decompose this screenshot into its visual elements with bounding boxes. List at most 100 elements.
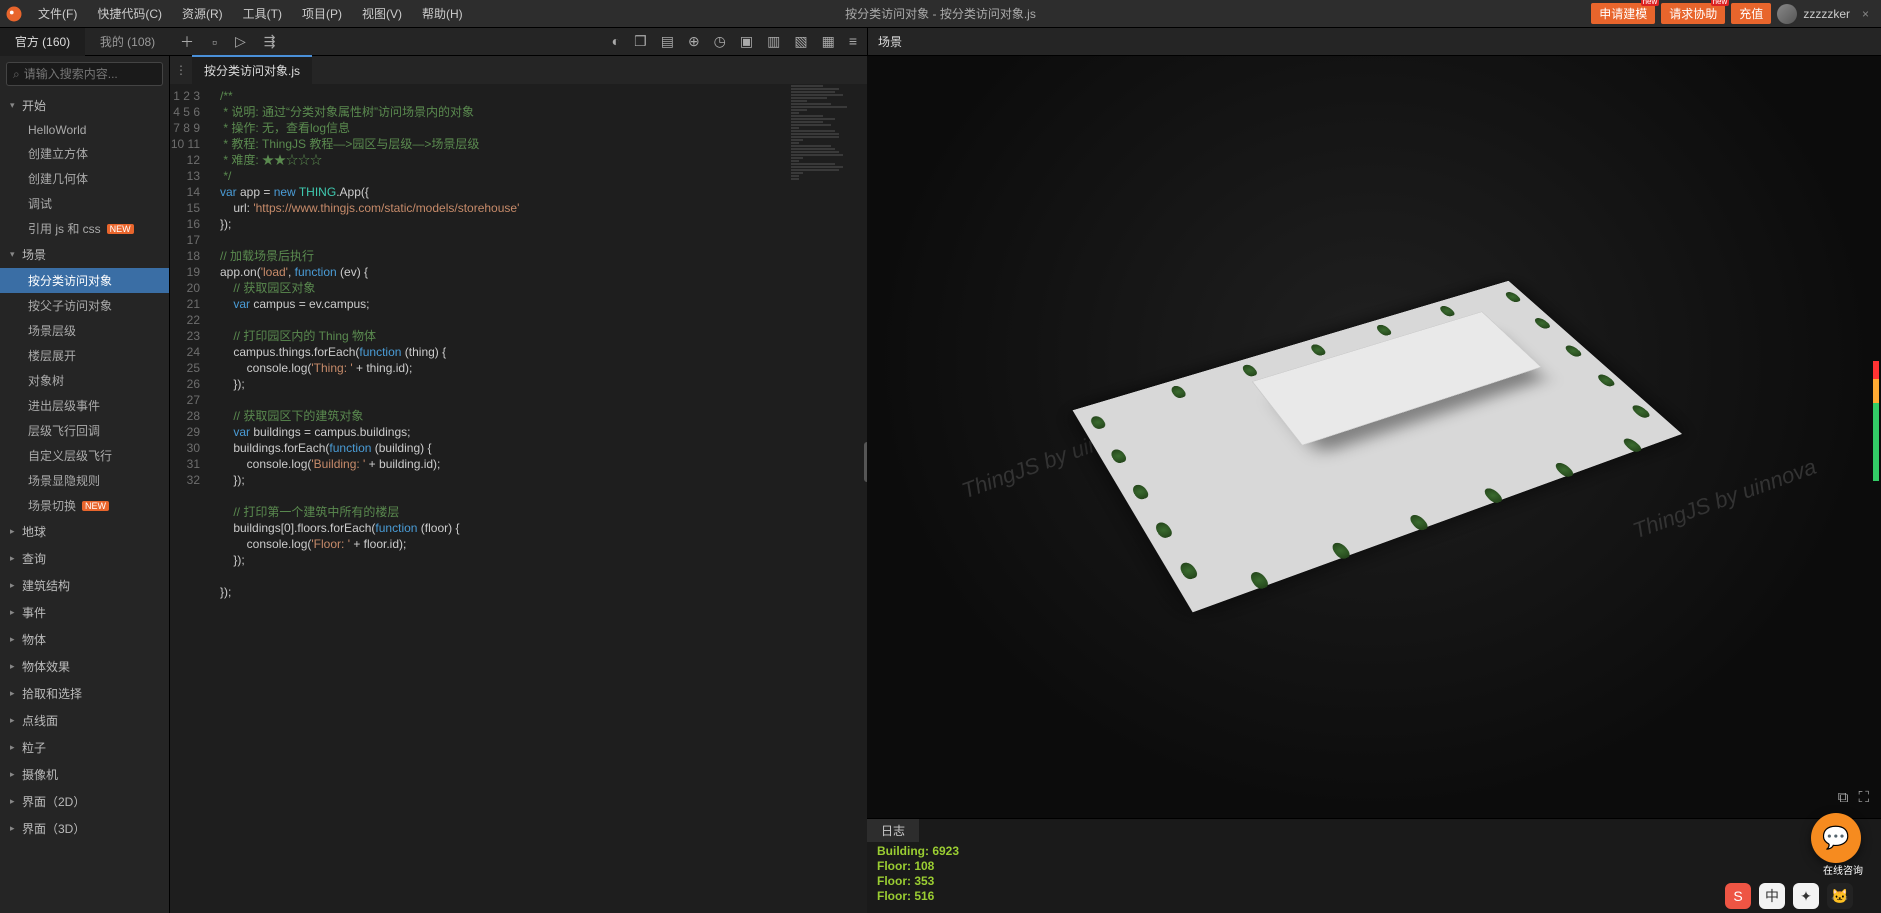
app-logo	[0, 0, 28, 28]
example-tree: ▾开始HelloWorld创建立方体创建几何体调试引用 js 和 cssNEW▾…	[0, 92, 169, 913]
tree-group[interactable]: ▸事件	[0, 599, 169, 626]
line-gutter: 1 2 3 4 5 6 7 8 9 10 11 12 13 14 15 16 1…	[170, 84, 212, 913]
menu-item[interactable]: 项目(P)	[292, 0, 352, 28]
scene-viewport[interactable]: ThingJS by uinnova ThingJS by uinnova ⧉ …	[867, 56, 1881, 818]
tree-item[interactable]: 按分类访问对象	[0, 268, 169, 293]
tab-mine[interactable]: 我的 (108)	[85, 28, 170, 56]
search-input[interactable]	[24, 67, 156, 81]
tree-item[interactable]: 场景层级	[0, 318, 169, 343]
perf-indicator	[1873, 361, 1879, 481]
sidebar: ⌕ ▾开始HelloWorld创建立方体创建几何体调试引用 js 和 cssNE…	[0, 56, 170, 913]
tree-item[interactable]: 创建立方体	[0, 141, 169, 166]
chat-label: 在线咨询	[1823, 862, 1863, 877]
recharge-button[interactable]: 充值	[1731, 3, 1771, 24]
tool-row: 官方 (160) 我的 (108) ＋ ▫ ▷ ⇶ ◐ ❒ ▤ ⊕ ◷ ▣ ▥ …	[0, 28, 1881, 56]
tree-item[interactable]: 进出层级事件	[0, 393, 169, 418]
tree-item[interactable]: 引用 js 和 cssNEW	[0, 216, 169, 241]
log-line: Floor: 108	[877, 859, 1871, 874]
tree-group[interactable]: ▾开始	[0, 92, 169, 119]
tree-group[interactable]: ▸摄像机	[0, 761, 169, 788]
clock-icon[interactable]: ◷	[714, 33, 726, 50]
avatar[interactable]	[1777, 4, 1797, 24]
tree-group[interactable]: ▸查询	[0, 545, 169, 572]
ime-tray: S 中 ✦ 🐱	[1725, 883, 1853, 909]
watermark: ThingJS by uinnova	[1629, 454, 1819, 545]
tree-group[interactable]: ▸界面（2D）	[0, 788, 169, 815]
username[interactable]: zzzzzker	[1803, 7, 1850, 21]
list-icon[interactable]: ≡	[849, 33, 857, 50]
tree-item[interactable]: 场景切换NEW	[0, 493, 169, 518]
editor-toolbar-right: ◐ ❒ ▤ ⊕ ◷ ▣ ▥ ▧ ▦ ≡	[612, 33, 867, 50]
tree-item[interactable]: 自定义层级飞行	[0, 443, 169, 468]
tab-overflow-icon[interactable]: ⋮	[170, 63, 192, 77]
top-right-controls: 申请建模new 请求协助new 充值 zzzzzker ×	[1591, 3, 1875, 24]
save-icon[interactable]: ▫	[212, 34, 217, 50]
tab-official[interactable]: 官方 (160)	[0, 28, 85, 56]
new-icon[interactable]: ＋	[180, 32, 194, 52]
ime-icon-1[interactable]: S	[1725, 883, 1751, 909]
fullscreen-icon[interactable]: ⛶	[1858, 789, 1869, 806]
share-icon[interactable]: ⇶	[264, 33, 276, 50]
sidebar-category-tabs: 官方 (160) 我的 (108)	[0, 28, 170, 56]
minimap[interactable]	[787, 84, 867, 913]
tree-group[interactable]: ▸建筑结构	[0, 572, 169, 599]
request-help-button[interactable]: 请求协助new	[1661, 3, 1725, 24]
tree-item[interactable]: 按父子访问对象	[0, 293, 169, 318]
log-line: Building: 6923	[877, 844, 1871, 859]
log-tab[interactable]: 日志	[867, 819, 919, 842]
globe-icon[interactable]: ⊕	[688, 33, 700, 50]
theme-icon[interactable]: ◐	[612, 33, 620, 50]
cube-icon[interactable]: ❒	[634, 33, 647, 50]
menu-item[interactable]: 帮助(H)	[412, 0, 473, 28]
tree-item[interactable]: 创建几何体	[0, 166, 169, 191]
tree-group[interactable]: ▸物体效果	[0, 653, 169, 680]
tree-group[interactable]: ▸点线面	[0, 707, 169, 734]
editor-toolbar: ＋ ▫ ▷ ⇶	[180, 32, 275, 52]
open-window-icon[interactable]: ⧉	[1838, 789, 1849, 806]
search-box[interactable]: ⌕	[6, 62, 163, 86]
tree-group[interactable]: ▸拾取和选择	[0, 680, 169, 707]
tree-item[interactable]: 调试	[0, 191, 169, 216]
run-icon[interactable]: ▷	[235, 33, 246, 50]
menu-item[interactable]: 文件(F)	[28, 0, 87, 28]
layout3-icon[interactable]: ▧	[794, 33, 807, 50]
menu-item[interactable]: 视图(V)	[352, 0, 412, 28]
request-model-button[interactable]: 申请建模new	[1591, 3, 1655, 24]
doc-icon[interactable]: ▤	[661, 33, 674, 50]
chat-fab[interactable]: 💬	[1811, 813, 1861, 863]
file-tab[interactable]: 按分类访问对象.js	[192, 55, 312, 85]
tree-item[interactable]: HelloWorld	[0, 119, 169, 141]
tree-group[interactable]: ▸界面（3D）	[0, 815, 169, 842]
menu-list: 文件(F)快捷代码(C)资源(R)工具(T)项目(P)视图(V)帮助(H)	[28, 0, 473, 28]
search-icon: ⌕	[13, 67, 20, 82]
menu-item[interactable]: 快捷代码(C)	[87, 0, 172, 28]
log-line: Floor: 516	[877, 889, 1871, 904]
preview-panel: ThingJS by uinnova ThingJS by uinnova ⧉ …	[867, 56, 1881, 913]
tree-item[interactable]: 场景显隐规则	[0, 468, 169, 493]
panel-icon[interactable]: ▦	[822, 33, 835, 50]
code-editor[interactable]: 1 2 3 4 5 6 7 8 9 10 11 12 13 14 15 16 1…	[170, 84, 867, 913]
editor-area: ⋮ 按分类访问对象.js 1 2 3 4 5 6 7 8 9 10 11 12 …	[170, 56, 867, 913]
ime-icon-4[interactable]: 🐱	[1827, 883, 1853, 909]
close-icon[interactable]: ×	[1856, 7, 1875, 21]
tree-item[interactable]: 对象树	[0, 368, 169, 393]
tree-group[interactable]: ▸地球	[0, 518, 169, 545]
code-body[interactable]: /** * 说明: 通过“分类对象属性树”访问场景内的对象 * 操作: 无，查看…	[212, 84, 867, 913]
scene-header: 场景	[867, 28, 1881, 56]
tree-group[interactable]: ▸物体	[0, 626, 169, 653]
tree-group[interactable]: ▾场景	[0, 241, 169, 268]
menu-item[interactable]: 工具(T)	[233, 0, 292, 28]
tree-item[interactable]: 层级飞行回调	[0, 418, 169, 443]
file-tabs: ⋮ 按分类访问对象.js	[170, 56, 867, 84]
top-menubar: 文件(F)快捷代码(C)资源(R)工具(T)项目(P)视图(V)帮助(H) 按分…	[0, 0, 1881, 28]
ime-icon-2[interactable]: 中	[1759, 883, 1785, 909]
layout1-icon[interactable]: ▣	[740, 33, 753, 50]
window-title: 按分类访问对象 - 按分类访问对象.js	[845, 5, 1036, 22]
tree-group[interactable]: ▸粒子	[0, 734, 169, 761]
ime-icon-3[interactable]: ✦	[1793, 883, 1819, 909]
scene-model	[1073, 281, 1682, 613]
menu-item[interactable]: 资源(R)	[172, 0, 233, 28]
log-line: Floor: 353	[877, 874, 1871, 889]
tree-item[interactable]: 楼层展开	[0, 343, 169, 368]
layout2-icon[interactable]: ▥	[767, 33, 780, 50]
